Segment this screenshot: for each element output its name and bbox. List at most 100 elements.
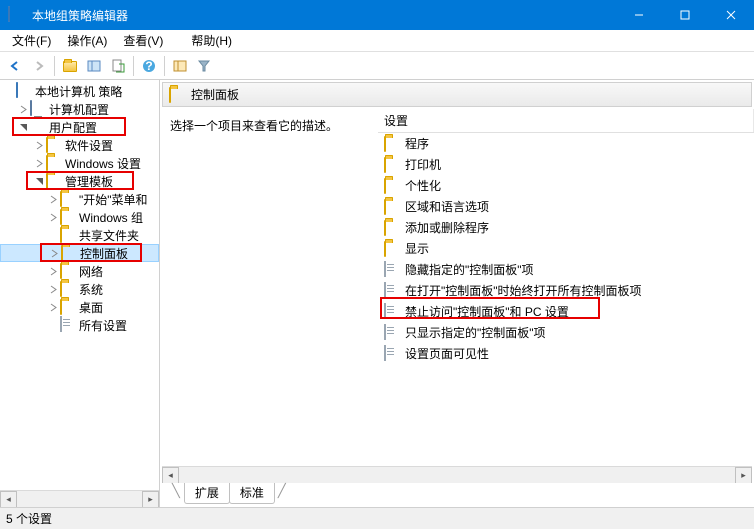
list-item[interactable]: 禁止访问"控制面板"和 PC 设置 xyxy=(378,301,754,322)
tree-node[interactable]: 所有设置 xyxy=(0,316,159,334)
show-hide-tree-button[interactable] xyxy=(83,55,105,77)
expander-icon[interactable] xyxy=(16,120,30,134)
help-button[interactable]: ? xyxy=(138,55,160,77)
folder-icon xyxy=(60,191,76,207)
tree-node[interactable]: 共享文件夹 xyxy=(0,226,159,244)
folder-icon xyxy=(46,137,62,153)
expander-icon[interactable] xyxy=(32,174,46,188)
tree-node-label: 计算机配置 xyxy=(49,101,109,118)
status-text: 5 个设置 xyxy=(6,510,52,527)
page-icon xyxy=(384,325,400,341)
expander-icon[interactable] xyxy=(46,192,60,206)
menu-item[interactable]: 操作(A) xyxy=(59,30,115,51)
page-icon xyxy=(384,346,400,362)
tab[interactable]: 标准 xyxy=(229,483,275,504)
menubar: 文件(F)操作(A)查看(V) 帮助(H) xyxy=(0,30,754,52)
forward-button[interactable] xyxy=(28,55,50,77)
tab[interactable]: 扩展 xyxy=(184,483,230,504)
description-pane: 选择一个项目来查看它的描述。 xyxy=(160,109,378,466)
app-icon xyxy=(8,7,24,23)
filter-button[interactable] xyxy=(193,55,215,77)
scroll-left-button[interactable]: ◂ xyxy=(0,491,17,507)
folder-icon xyxy=(384,199,400,215)
list-item[interactable]: 区域和语言选项 xyxy=(378,196,754,217)
scroll-right-button[interactable]: ▸ xyxy=(735,467,752,484)
tree-node[interactable]: 软件设置 xyxy=(0,136,159,154)
list-item[interactable]: 隐藏指定的"控制面板"项 xyxy=(378,259,754,280)
expander-icon[interactable] xyxy=(46,210,60,224)
folder-icon xyxy=(169,87,185,103)
column-header-setting[interactable]: 设置 xyxy=(378,109,754,132)
scroll-right-button[interactable]: ▸ xyxy=(142,491,159,507)
tab-decoration: ╲ xyxy=(172,483,180,499)
up-button[interactable] xyxy=(59,55,81,77)
window-title: 本地组策略编辑器 xyxy=(32,7,616,24)
expander-icon[interactable] xyxy=(46,282,60,296)
page-icon xyxy=(384,304,400,320)
tree-root[interactable]: 本地计算机 策略 xyxy=(0,82,159,100)
tree-node[interactable]: 管理模板 xyxy=(0,172,159,190)
window-titlebar: 本地组策略编辑器 xyxy=(0,0,754,30)
tree-node[interactable]: 控制面板 xyxy=(0,244,159,262)
content-pane: 控制面板 选择一个项目来查看它的描述。 设置 程序打印机个性化区域和语言选项添加… xyxy=(160,80,754,507)
list-item-label: 隐藏指定的"控制面板"项 xyxy=(405,261,534,278)
scroll-track[interactable] xyxy=(17,491,142,507)
expander-icon[interactable] xyxy=(46,228,60,242)
list-header[interactable]: 设置 xyxy=(378,109,754,133)
tree-node[interactable]: Windows 设置 xyxy=(0,154,159,172)
list-item[interactable]: 个性化 xyxy=(378,175,754,196)
tab-decoration: ╱ xyxy=(278,483,286,499)
expander-icon[interactable] xyxy=(46,264,60,278)
list-item[interactable]: 打印机 xyxy=(378,154,754,175)
tree-node[interactable]: "开始"菜单和 xyxy=(0,190,159,208)
settings-list[interactable]: 设置 程序打印机个性化区域和语言选项添加或删除程序显示隐藏指定的"控制面板"项在… xyxy=(378,109,754,466)
tree-node-label: 所有设置 xyxy=(79,317,127,334)
tree-horizontal-scrollbar[interactable]: ◂ ▸ xyxy=(0,490,159,507)
tree-node[interactable]: 计算机配置 xyxy=(0,100,159,118)
list-item[interactable]: 设置页面可见性 xyxy=(378,343,754,364)
expander-icon[interactable] xyxy=(46,318,60,332)
expander-icon[interactable] xyxy=(16,102,30,116)
list-item-label: 添加或删除程序 xyxy=(405,219,489,236)
menu-item[interactable]: 文件(F) xyxy=(4,30,59,51)
tree-node[interactable]: 系统 xyxy=(0,280,159,298)
folder-icon xyxy=(60,227,76,243)
back-button[interactable] xyxy=(4,55,26,77)
maximize-button[interactable] xyxy=(662,0,708,30)
tree-node[interactable]: 桌面 xyxy=(0,298,159,316)
expander-icon[interactable] xyxy=(47,246,61,260)
content-horizontal-scrollbar[interactable]: ◂ ▸ xyxy=(162,466,752,483)
expander-icon[interactable] xyxy=(46,300,60,314)
folder-icon xyxy=(46,155,62,171)
tree-node-label: 软件设置 xyxy=(65,137,113,154)
filter-options-button[interactable] xyxy=(169,55,191,77)
list-item[interactable]: 只显示指定的"控制面板"项 xyxy=(378,322,754,343)
content-header: 控制面板 xyxy=(162,82,752,107)
list-item-label: 在打开"控制面板"时始终打开所有控制面板项 xyxy=(405,282,642,299)
list-item-label: 程序 xyxy=(405,135,429,152)
export-list-button[interactable] xyxy=(107,55,129,77)
list-item[interactable]: 显示 xyxy=(378,238,754,259)
folder-icon xyxy=(61,245,77,261)
list-item[interactable]: 程序 xyxy=(378,133,754,154)
list-item[interactable]: 在打开"控制面板"时始终打开所有控制面板项 xyxy=(378,280,754,301)
expander-icon[interactable] xyxy=(32,156,46,170)
tree-node[interactable]: 用户配置 xyxy=(0,118,159,136)
tree-node-label: 系统 xyxy=(79,281,103,298)
expander-icon[interactable] xyxy=(2,84,16,98)
folder-icon xyxy=(384,220,400,236)
minimize-button[interactable] xyxy=(616,0,662,30)
tree-node[interactable]: 网络 xyxy=(0,262,159,280)
menu-item[interactable]: 帮助(H) xyxy=(183,30,240,51)
list-item[interactable]: 添加或删除程序 xyxy=(378,217,754,238)
menu-item[interactable]: 查看(V) xyxy=(115,30,171,51)
tree-node-label: 共享文件夹 xyxy=(79,227,139,244)
close-button[interactable] xyxy=(708,0,754,30)
tree-node-label: 桌面 xyxy=(79,299,103,316)
folder-icon xyxy=(384,157,400,173)
expander-icon[interactable] xyxy=(32,138,46,152)
tree-node[interactable]: Windows 组 xyxy=(0,208,159,226)
tree-pane[interactable]: 本地计算机 策略 计算机配置用户配置软件设置Windows 设置管理模板"开始"… xyxy=(0,80,160,507)
scroll-left-button[interactable]: ◂ xyxy=(162,467,179,484)
tree-node-label: 管理模板 xyxy=(65,173,113,190)
